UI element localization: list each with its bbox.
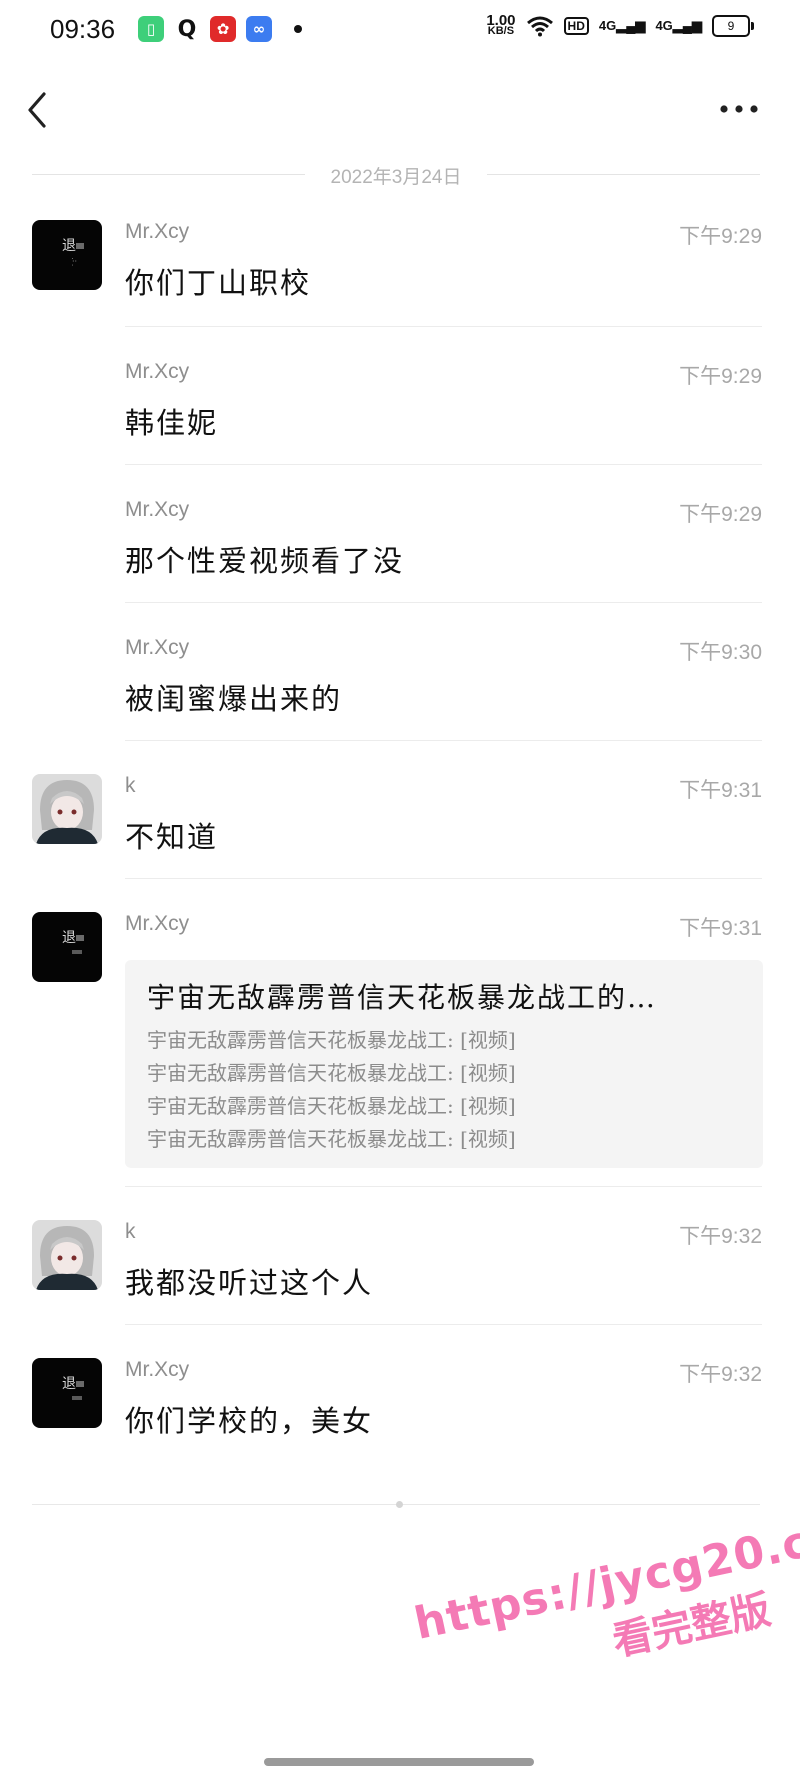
message-item[interactable]: 退 ·̣̇· Mr.Xcy 下午9:29 你们丁山职校 xyxy=(0,220,800,324)
svg-text:退: 退 xyxy=(62,238,76,254)
message-item[interactable]: Mr.Xcy 下午9:29 韩佳妮 xyxy=(0,360,800,460)
avatar-mr-xcy[interactable]: 退 xyxy=(32,1358,102,1428)
top-nav xyxy=(0,80,800,140)
sender-name: k xyxy=(125,1220,136,1243)
message-time: 下午9:31 xyxy=(679,779,762,802)
signal-icon: 4G▂▄▆ xyxy=(598,18,646,33)
more-button[interactable] xyxy=(714,94,764,124)
divider-line-right xyxy=(487,174,760,175)
message-separator xyxy=(125,740,762,741)
forwarded-line: 宇宙无敌霹雳普信天花板暴龙战工: [视频] xyxy=(147,1127,516,1151)
notification-dot-icon xyxy=(294,25,302,33)
sender-name: Mr.Xcy xyxy=(125,360,190,383)
svg-text:退: 退 xyxy=(62,1376,76,1392)
forwarded-line: 宇宙无敌霹雳普信天花板暴龙战工: [视频] xyxy=(147,1061,516,1085)
avatar-mr-xcy[interactable]: 退 ·̣̇· xyxy=(32,220,102,290)
net-speed: 1.00 KB/S xyxy=(486,12,516,37)
message-text: 我都没听过这个人 xyxy=(125,1266,374,1300)
message-separator xyxy=(125,326,762,327)
battery-icon: 9 xyxy=(712,15,754,37)
message-item[interactable]: 退 Mr.Xcy 下午9:32 你们学校的，美女 xyxy=(0,1358,800,1458)
message-time: 下午9:31 xyxy=(679,917,762,940)
message-separator xyxy=(125,1186,762,1187)
message-text: 不知道 xyxy=(125,820,219,854)
message-time: 下午9:29 xyxy=(679,225,762,248)
sender-name: Mr.Xcy xyxy=(125,220,190,243)
green-app-icon: ▯ xyxy=(138,16,164,42)
avatar-k[interactable] xyxy=(32,1220,102,1290)
chevron-left-icon xyxy=(28,92,46,128)
date-divider: 2022年3月24日 xyxy=(32,160,760,188)
message-time: 下午9:29 xyxy=(679,365,762,388)
avatar-k[interactable] xyxy=(32,774,102,844)
message-item[interactable]: 退 Mr.Xcy 下午9:31 宇宙无敌霹雳普信天花板暴龙战工的… 宇宙无敌霹雳… xyxy=(0,912,800,1182)
watermark: https://jycg20.com 看完整版 xyxy=(410,1500,800,1706)
status-app-icons: ▯ Q ✿ ∞ xyxy=(138,16,302,42)
wifi-icon xyxy=(526,16,553,37)
message-separator xyxy=(125,878,762,879)
message-separator xyxy=(125,464,762,465)
message-item[interactable]: k 下午9:31 不知道 xyxy=(0,774,800,874)
sender-name: k xyxy=(125,774,136,797)
message-time: 下午9:30 xyxy=(679,641,762,664)
status-indicators: 1.00 KB/S HD 4G▂▄▆ 4G▂▄▆ 9 xyxy=(486,12,754,37)
message-separator xyxy=(125,602,762,603)
forwarded-line: 宇宙无敌霹雳普信天花板暴龙战工: [视频] xyxy=(147,1028,516,1052)
home-indicator[interactable] xyxy=(264,1758,534,1766)
svg-text:退: 退 xyxy=(62,930,76,946)
message-text: 韩佳妮 xyxy=(125,406,219,440)
more-dots-icon xyxy=(720,105,758,113)
message-text: 你们丁山职校 xyxy=(125,266,312,300)
message-text: 那个性爱视频看了没 xyxy=(125,544,405,578)
red-app-icon: ✿ xyxy=(210,16,236,42)
avatar-mr-xcy[interactable]: 退 xyxy=(32,912,102,982)
message-text: 你们学校的，美女 xyxy=(125,1404,374,1438)
message-time: 下午9:29 xyxy=(679,503,762,526)
forwarded-title: 宇宙无敌霹雳普信天花板暴龙战工的… xyxy=(147,981,658,1014)
end-divider-dot xyxy=(396,1501,403,1508)
divider-line-left xyxy=(32,174,305,175)
date-label: 2022年3月24日 xyxy=(314,167,478,188)
status-time: 09:36 xyxy=(50,14,116,44)
message-time: 下午9:32 xyxy=(679,1363,762,1386)
sender-name: Mr.Xcy xyxy=(125,636,190,659)
message-item[interactable]: Mr.Xcy 下午9:30 被闺蜜爆出来的 xyxy=(0,636,800,736)
back-button[interactable] xyxy=(20,88,60,132)
sender-name: Mr.Xcy xyxy=(125,1358,190,1381)
forwarded-line: 宇宙无敌霹雳普信天花板暴龙战工: [视频] xyxy=(147,1094,516,1118)
sender-name: Mr.Xcy xyxy=(125,912,190,935)
sender-name: Mr.Xcy xyxy=(125,498,190,521)
hd-icon: HD xyxy=(563,17,589,35)
svg-text:·̣̇·: ·̣̇· xyxy=(72,257,78,267)
blue-infinity-app-icon: ∞ xyxy=(246,16,272,42)
signal-icon: 4G▂▄▆ xyxy=(655,18,702,33)
message-item[interactable]: Mr.Xcy 下午9:29 那个性爱视频看了没 xyxy=(0,498,800,598)
message-separator xyxy=(125,1324,762,1325)
q-app-icon: Q xyxy=(174,16,200,42)
message-text: 被闺蜜爆出来的 xyxy=(125,682,343,716)
status-bar: 09:36 ▯ Q ✿ ∞ 1.00 KB/S HD 4G▂▄▆ 4G▂▄▆ 9 xyxy=(0,0,800,62)
message-item[interactable]: k 下午9:32 我都没听过这个人 xyxy=(0,1220,800,1320)
message-time: 下午9:32 xyxy=(679,1225,762,1248)
forwarded-chat-record[interactable]: 宇宙无敌霹雳普信天花板暴龙战工的… 宇宙无敌霹雳普信天花板暴龙战工: [视频] … xyxy=(125,960,763,1168)
